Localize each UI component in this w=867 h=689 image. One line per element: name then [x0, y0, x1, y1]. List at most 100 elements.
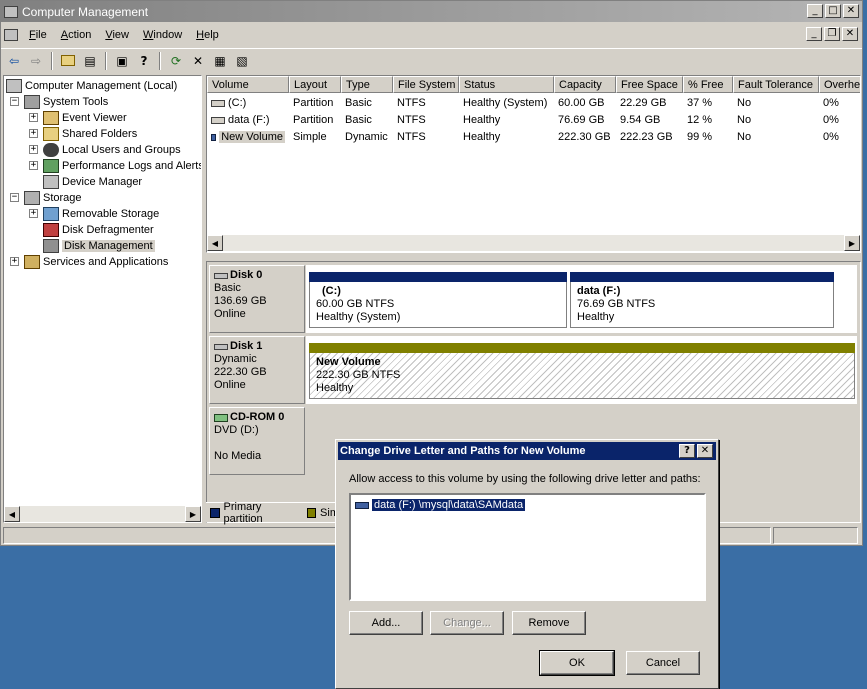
storage-icon — [24, 191, 40, 205]
expand-expander[interactable]: + — [10, 257, 19, 266]
column-header[interactable]: Status — [459, 76, 554, 93]
menu-action[interactable]: Action — [54, 29, 99, 41]
mmc-icon[interactable] — [4, 29, 18, 41]
scroll-right-icon[interactable]: ▶ — [844, 235, 860, 251]
partition-size: 60.00 GB NTFS — [316, 298, 395, 310]
cell: 22.29 GB — [620, 97, 667, 109]
expand-expander[interactable]: + — [29, 113, 38, 122]
tree-item-shared-folders[interactable]: Shared Folders — [43, 126, 137, 142]
partition-c[interactable]: (C:) 60.00 GB NTFS Healthy (System) — [309, 272, 567, 328]
tree-item-storage[interactable]: Storage — [24, 190, 82, 206]
partition-new-volume[interactable]: New Volume 222.30 GB NTFS Healthy — [309, 343, 855, 399]
window-title: Computer Management — [22, 4, 149, 19]
device-manager-icon — [43, 175, 59, 189]
column-header[interactable]: Fault Tolerance — [733, 76, 819, 93]
remove-button[interactable]: Remove — [512, 611, 586, 635]
column-header[interactable]: Overhe — [819, 76, 860, 93]
disk-0-label[interactable]: Disk 0 Basic 136.69 GB Online — [209, 265, 305, 333]
close-button[interactable]: ✕ — [843, 4, 859, 18]
status-pane — [773, 527, 858, 544]
change-button[interactable]: Change... — [430, 611, 504, 635]
menu-help[interactable]: Help — [189, 29, 226, 41]
tree-item-removable-storage[interactable]: Removable Storage — [43, 206, 159, 222]
paths-listbox[interactable]: data (F:) \mysql\data\SAMdata — [349, 493, 706, 601]
tree-scrollbar[interactable]: ◀ ▶ — [4, 506, 201, 522]
cell: Partition — [293, 97, 334, 109]
refresh-icon[interactable]: ⟳ — [167, 52, 185, 70]
console-tree: Computer Management (Local) − System Too… — [3, 75, 202, 523]
partition-status: Healthy (System) — [316, 311, 401, 323]
cdrom-icon — [214, 413, 228, 422]
column-header[interactable]: Free Space — [616, 76, 683, 93]
ok-button[interactable]: OK — [539, 650, 615, 676]
disk-1-label[interactable]: Disk 1 Dynamic 222.30 GB Online — [209, 336, 305, 404]
forward-icon[interactable]: ⇨ — [27, 52, 45, 70]
show-hide-tree-icon[interactable]: ▤ — [81, 52, 99, 70]
menu-file[interactable]: File — [22, 29, 54, 41]
table-row[interactable]: New Volume Simple Dynamic NTFS Healthy 2… — [207, 129, 860, 145]
tree-item-label: Device Manager — [62, 176, 143, 188]
mdi-close-button[interactable]: ✕ — [842, 27, 858, 41]
add-button[interactable]: Add... — [349, 611, 423, 635]
column-header[interactable]: Volume — [207, 76, 289, 93]
tree-item-local-users[interactable]: Local Users and Groups — [43, 142, 181, 158]
properties2-icon[interactable]: ▦ — [211, 52, 229, 70]
tree-item-services[interactable]: Services and Applications — [24, 254, 168, 270]
back-icon[interactable]: ⇦ — [5, 52, 23, 70]
dialog-close-button[interactable]: ✕ — [697, 444, 713, 458]
mdi-minimize-button[interactable]: _ — [806, 27, 822, 41]
column-header[interactable]: Layout — [289, 76, 341, 93]
expand-expander[interactable]: + — [29, 209, 38, 218]
table-row[interactable]: data (F:) Partition Basic NTFS Healthy 7… — [207, 112, 860, 128]
tree-item-event-viewer[interactable]: Event Viewer — [43, 110, 127, 126]
list-item[interactable]: data (F:) \mysql\data\SAMdata — [355, 498, 527, 512]
collapse-expander[interactable]: − — [10, 97, 19, 106]
tree-item-disk-management[interactable]: Disk Management — [43, 238, 155, 254]
scroll-left-icon[interactable]: ◀ — [207, 235, 223, 251]
expand-expander[interactable]: + — [29, 161, 38, 170]
expand-expander[interactable]: + — [29, 129, 38, 138]
cell: Basic — [345, 114, 372, 126]
menu-view[interactable]: View — [98, 29, 136, 41]
cell: Basic — [345, 97, 372, 109]
expand-expander[interactable]: + — [29, 145, 38, 154]
column-header[interactable]: Type — [341, 76, 393, 93]
help-button[interactable]: ? — [679, 444, 695, 458]
export-icon[interactable]: ▧ — [233, 52, 251, 70]
tree-item-root[interactable]: Computer Management (Local) — [6, 78, 177, 94]
cell: No — [737, 131, 752, 143]
scroll-left-icon[interactable]: ◀ — [4, 506, 20, 522]
mdi-restore-button[interactable]: ❐ — [824, 27, 840, 41]
title-bar[interactable]: Computer Management _ □ ✕ — [1, 1, 862, 22]
dialog-title-bar[interactable]: Change Drive Letter and Paths for New Vo… — [338, 442, 716, 460]
computer-management-icon — [4, 5, 18, 18]
menu-window[interactable]: Window — [136, 29, 189, 41]
properties-icon[interactable]: ▣ — [113, 52, 131, 70]
dynamic-volume-icon — [211, 133, 217, 141]
scroll-right-icon[interactable]: ▶ — [185, 506, 201, 522]
help-icon[interactable]: ? — [135, 52, 153, 70]
tree-item-label: Event Viewer — [62, 112, 127, 124]
tree-item-disk-defragmenter[interactable]: Disk Defragmenter — [43, 222, 154, 238]
disk-size: 222.30 GB — [214, 366, 267, 378]
volume-icon — [355, 501, 369, 509]
tree-item-system-tools[interactable]: System Tools — [24, 94, 108, 110]
column-header[interactable]: % Free — [683, 76, 733, 93]
disk-legend: Primary partition Sim — [206, 501, 339, 525]
maximize-button[interactable]: □ — [825, 4, 841, 18]
tree-item-device-manager[interactable]: Device Manager — [43, 174, 142, 190]
minimize-button[interactable]: _ — [807, 4, 823, 18]
delete-icon[interactable]: ✕ — [189, 52, 207, 70]
column-header[interactable]: Capacity — [554, 76, 616, 93]
collapse-expander[interactable]: − — [10, 193, 19, 202]
list-scrollbar[interactable]: ◀ ▶ — [207, 235, 860, 251]
table-row[interactable]: (C:) Partition Basic NTFS Healthy (Syste… — [207, 95, 860, 111]
column-header[interactable]: File System — [393, 76, 459, 93]
partition-f[interactable]: data (F:) 76.69 GB NTFS Healthy — [570, 272, 834, 328]
up-folder-icon[interactable] — [59, 52, 77, 70]
cdrom-0-label[interactable]: CD-ROM 0 DVD (D:) No Media — [209, 407, 305, 475]
cancel-button[interactable]: Cancel — [626, 651, 700, 675]
tree-item-perf-logs[interactable]: Performance Logs and Alerts — [43, 158, 201, 174]
tree-item-label: Services and Applications — [43, 256, 169, 268]
tree-item-label: System Tools — [43, 96, 109, 108]
